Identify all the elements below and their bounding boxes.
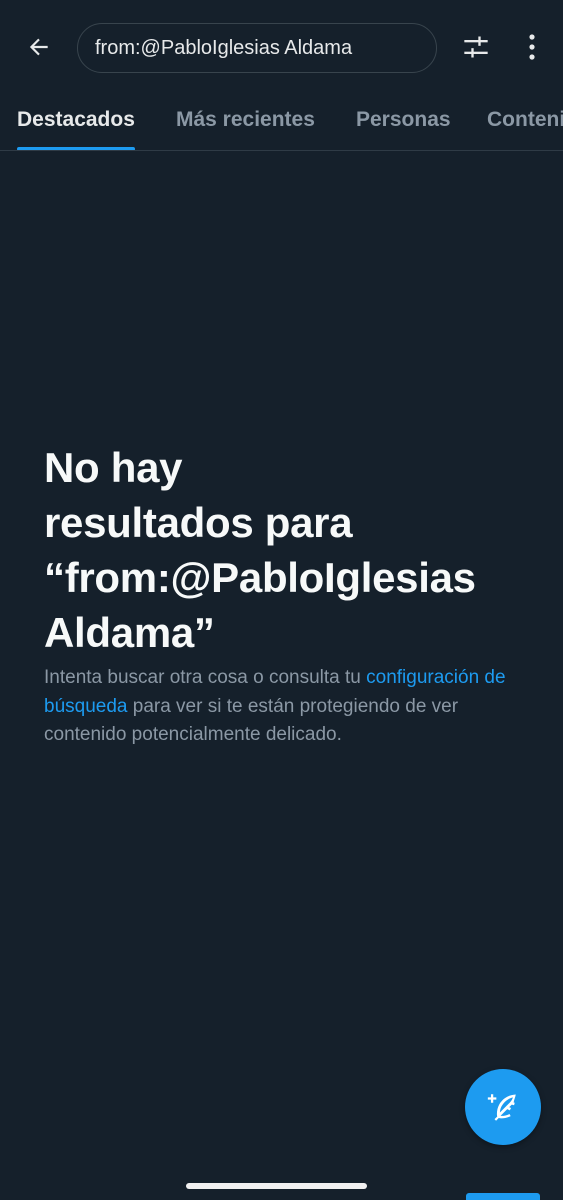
tab-contenido-multimedia[interactable]: Contenido multimedia xyxy=(487,96,563,150)
search-tabs: Destacados Más recientes Personas Conten… xyxy=(0,96,563,151)
description-text: Intenta buscar otra cosa o consulta tu xyxy=(44,667,367,688)
empty-state: No hay resultados para “from:@PabloIgles… xyxy=(44,440,534,750)
arrow-left-icon xyxy=(29,38,48,56)
gesture-navigation-bar[interactable] xyxy=(186,1183,367,1189)
tab-destacados[interactable]: Destacados xyxy=(17,96,135,150)
back-button[interactable] xyxy=(18,26,60,68)
search-filters-button[interactable] xyxy=(456,26,496,68)
tab-label: Más recientes xyxy=(176,108,315,131)
tab-label: Destacados xyxy=(17,108,135,131)
fab-shadow-edge xyxy=(466,1193,540,1200)
compose-post-button[interactable] xyxy=(465,1069,541,1145)
top-app-bar xyxy=(0,0,563,96)
tab-personas[interactable]: Personas xyxy=(356,96,451,150)
search-input[interactable] xyxy=(95,36,425,60)
empty-state-description: Intenta buscar otra cosa o consulta tu c… xyxy=(44,664,514,750)
tab-label: Contenido multimedia xyxy=(487,108,563,131)
sliders-icon xyxy=(464,36,488,58)
compose-feather-plus-icon xyxy=(487,1094,516,1121)
search-results-screen: Destacados Más recientes Personas Conten… xyxy=(0,0,563,1200)
more-options-button[interactable] xyxy=(514,26,550,68)
empty-state-title: No hay resultados para “from:@PabloIgles… xyxy=(44,444,476,656)
tab-label: Personas xyxy=(356,108,451,131)
kebab-menu-icon xyxy=(529,34,535,60)
tab-mas-recientes[interactable]: Más recientes xyxy=(176,96,315,150)
active-tab-indicator xyxy=(17,147,135,150)
search-bar[interactable] xyxy=(77,23,437,73)
